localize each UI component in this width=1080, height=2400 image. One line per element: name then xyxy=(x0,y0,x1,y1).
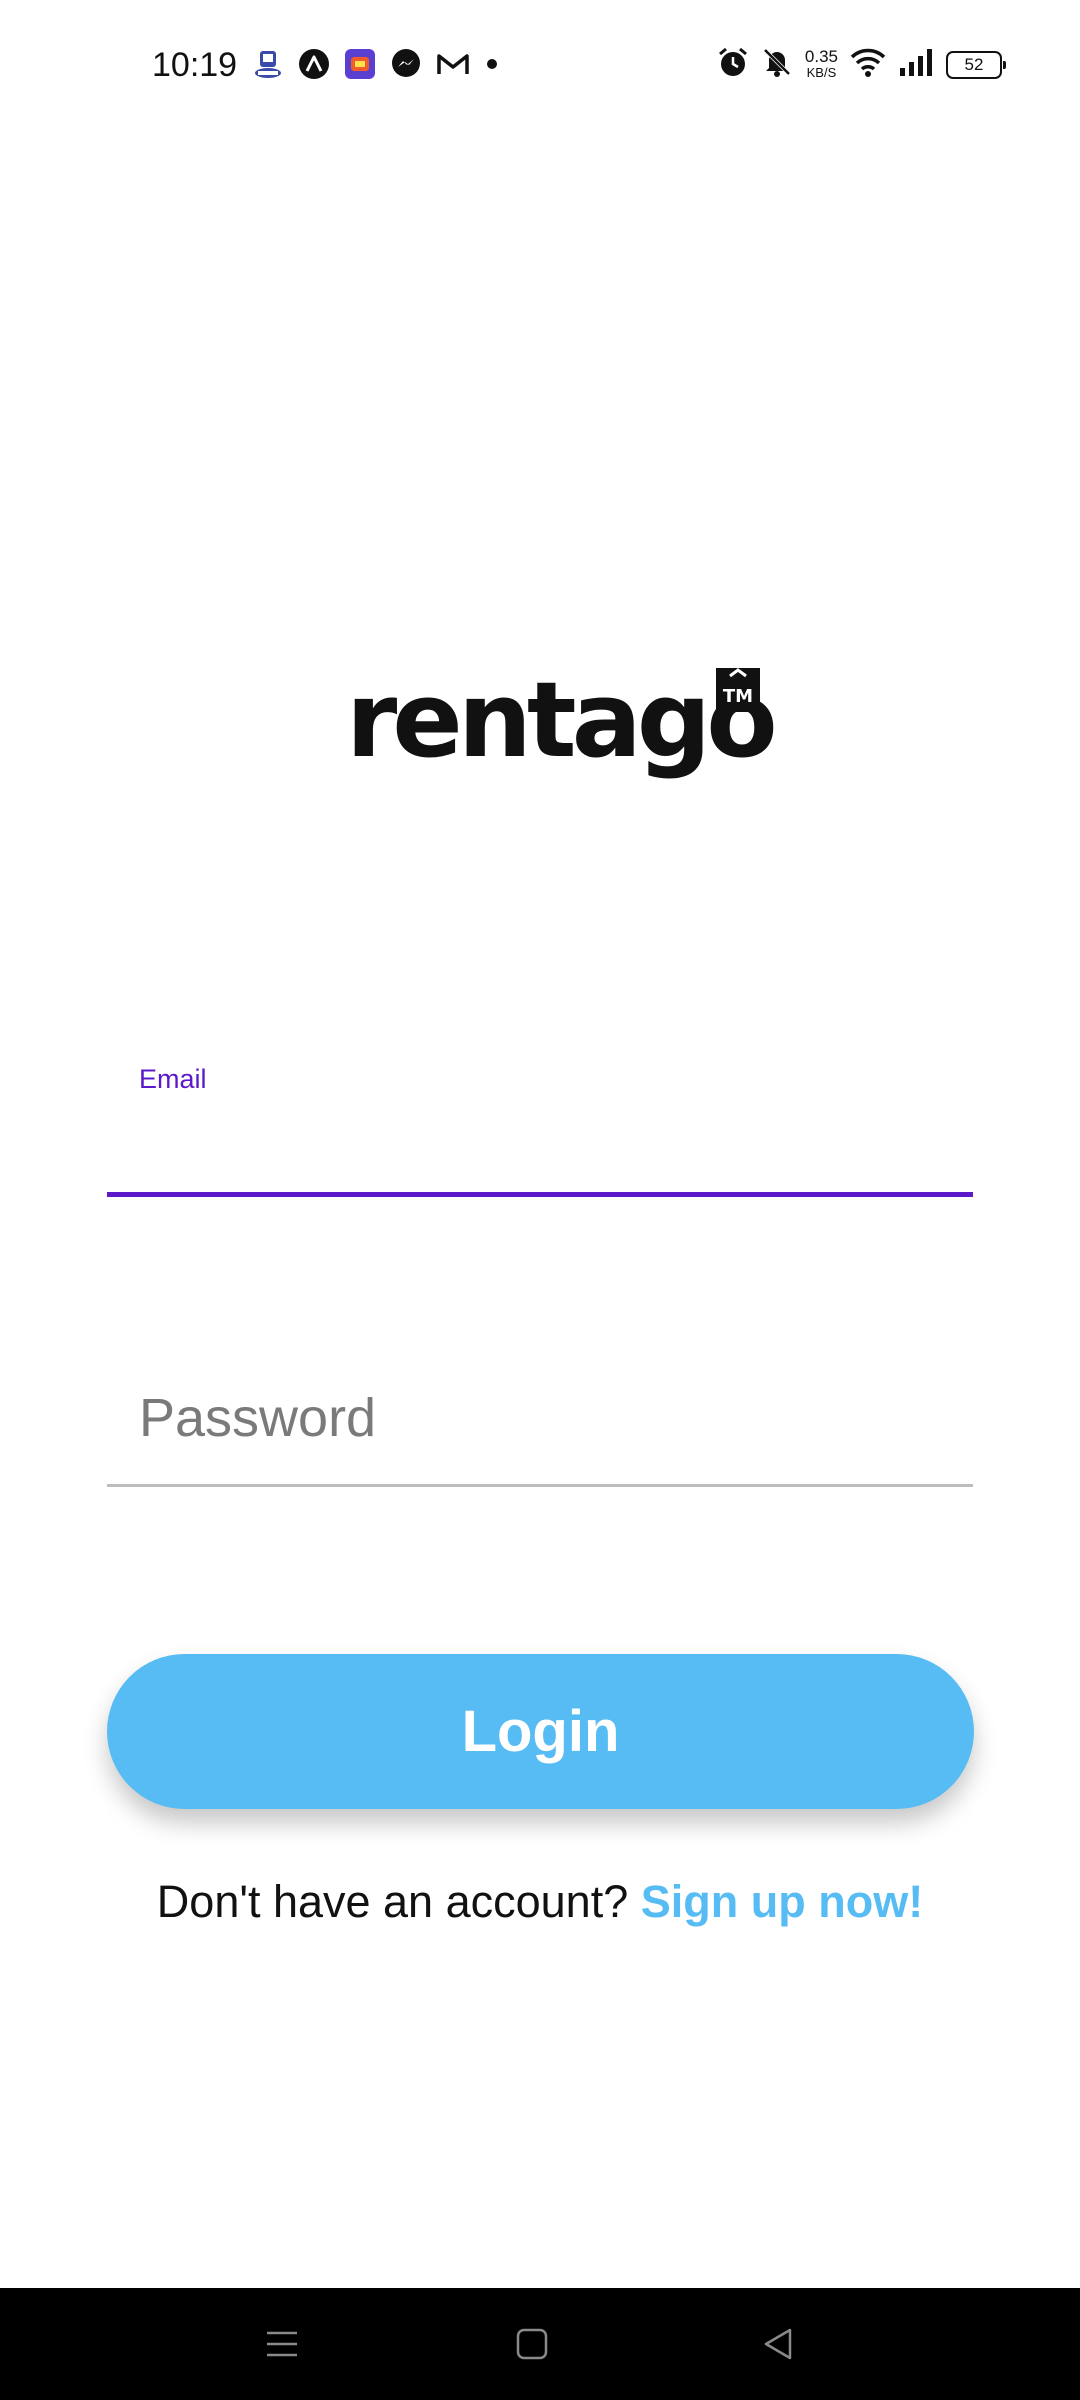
messenger-icon xyxy=(390,48,422,80)
signal-icon xyxy=(898,46,934,83)
logo-badge-text: TM xyxy=(723,686,753,707)
login-screen: 10:19 0.35 KB/S 52 rentago TM Email Logi… xyxy=(0,0,1080,2400)
system-icons: 0.35 KB/S 52 xyxy=(717,46,1006,83)
email-label: Email xyxy=(139,1064,207,1094)
logo-house-badge-icon: TM xyxy=(716,668,760,712)
app-loz-icon xyxy=(344,48,376,80)
email-underline xyxy=(107,1192,973,1197)
network-speed-unit: KB/S xyxy=(806,64,837,80)
alarm-icon xyxy=(717,46,749,83)
signup-link[interactable]: Sign up now! xyxy=(641,1876,923,1927)
signup-prompt: Don't have an account? xyxy=(156,1876,629,1927)
menu-icon[interactable] xyxy=(254,2316,310,2372)
mute-icon xyxy=(761,46,793,83)
gmail-icon xyxy=(436,48,469,80)
navigation-bar xyxy=(0,2288,1080,2400)
rentago-logo: rentago TM xyxy=(346,660,778,780)
status-bar: 10:19 0.35 KB/S 52 xyxy=(0,0,1080,136)
password-field[interactable] xyxy=(107,1360,973,1488)
battery-level: 52 xyxy=(964,54,984,74)
password-underline xyxy=(107,1484,973,1487)
network-speed-value: 0.35 xyxy=(804,46,838,66)
logo-wordmark: rentago xyxy=(346,659,778,781)
status-time: 10:19 xyxy=(152,46,238,84)
sim-icon xyxy=(252,48,284,80)
signup-row: Don't have an account? Sign up now! xyxy=(0,1876,1080,1928)
login-button[interactable]: Login xyxy=(107,1654,974,1809)
app-a-icon xyxy=(298,48,330,80)
network-speed: 0.35 KB/S xyxy=(804,46,838,81)
email-input[interactable] xyxy=(139,1108,939,1178)
back-icon[interactable] xyxy=(750,2316,806,2372)
wifi-icon xyxy=(850,46,886,83)
notification-icons xyxy=(252,48,502,80)
more-dot-icon xyxy=(482,48,502,80)
password-input[interactable] xyxy=(139,1378,939,1458)
home-icon[interactable] xyxy=(504,2316,560,2372)
email-field[interactable]: Email xyxy=(107,1050,973,1198)
battery-icon: 52 xyxy=(946,50,1006,79)
